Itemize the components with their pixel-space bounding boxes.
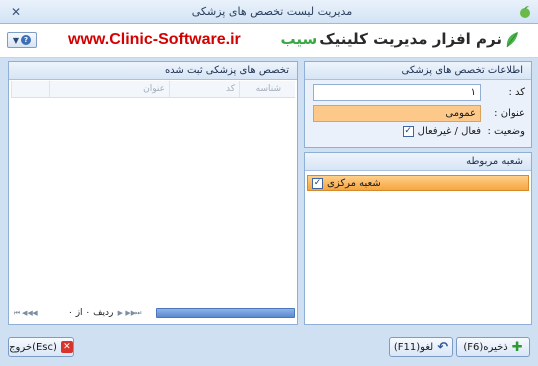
nav-next-page-icon[interactable]: ▶▶ — [125, 309, 136, 317]
save-button-label: ذخیره(F6) — [463, 341, 508, 353]
grid-column-id[interactable]: شناسه — [239, 81, 285, 97]
undo-button-label: لغو(F11) — [393, 341, 434, 353]
help-icon: ? — [21, 35, 32, 45]
grid-column-title[interactable]: عنوان — [49, 81, 169, 97]
grid-column-code[interactable]: کد — [169, 81, 239, 97]
brand-accent: سیب — [280, 30, 318, 48]
grid-navigator: ⏮ ◀◀ ◀ ردیف ۰ از ۰ ▶ ▶▶ ⏭ — [11, 306, 295, 320]
branch-panel: شعبه مربوطه ✓ شعبه مرکزی — [304, 152, 532, 325]
status-label: وضعیت : — [487, 126, 525, 137]
branch-checkbox[interactable]: ✓ — [312, 177, 323, 189]
code-label: کد : — [508, 87, 525, 98]
exit-button[interactable]: خروج(Esc) ✕ — [8, 337, 74, 357]
window-titlebar: ✕ مدیریت لیست تخصص های پزشکی — [0, 0, 538, 24]
specialties-grid-panel: تخصص های پزشکی ثبت شده شناسه کد عنوان ⏮ … — [8, 61, 298, 325]
branch-list-item[interactable]: ✓ شعبه مرکزی — [307, 175, 529, 191]
status-checkbox[interactable]: ✓ — [402, 126, 414, 137]
nav-prev-page-icon[interactable]: ◀◀ — [22, 309, 33, 317]
name-input[interactable]: عمومی — [313, 105, 481, 122]
grid-header: شناسه کد عنوان — [11, 81, 295, 98]
window-close-button[interactable]: ✕ — [6, 4, 26, 20]
undo-icon: ↶ — [437, 339, 449, 355]
app-icon — [520, 5, 530, 18]
name-label: عنوان : — [494, 108, 525, 119]
nav-next-icon[interactable]: ▶ — [116, 309, 124, 317]
close-icon: ✕ — [60, 341, 73, 353]
grid-nav-first-buttons: ⏮ ◀◀ ◀ — [11, 309, 65, 318]
grid-header-spacer — [285, 81, 295, 97]
save-button[interactable]: ✚ ذخیره(F6) — [456, 337, 530, 357]
nav-first-icon[interactable]: ⏮ — [13, 309, 21, 318]
status-row: وضعیت : فعال / غیرفعال ✓ — [402, 126, 525, 137]
grid-record-label: ردیف ۰ از ۰ — [65, 308, 117, 318]
grid-body[interactable] — [11, 98, 295, 305]
undo-button[interactable]: ↶ لغو(F11) — [389, 337, 453, 357]
specialty-info-title: اطلاعات تخصص های پزشکی — [305, 62, 531, 80]
brand-name: نرم افزار مدیریت کلینیک — [319, 30, 502, 48]
horizontal-scrollbar[interactable] — [156, 308, 295, 318]
nav-prev-icon[interactable]: ◀ — [31, 309, 39, 317]
leaf-icon — [506, 32, 518, 48]
exit-button-label: خروج(Esc) — [9, 341, 57, 353]
window-title: مدیریت لیست تخصص های پزشکی — [191, 5, 353, 18]
name-row: عنوان : عمومی — [313, 105, 525, 122]
header-banner: ▼ ? www.Clinic-Software.ir نرم افزار مدی… — [0, 24, 538, 58]
help-menu-button[interactable]: ▼ ? — [7, 32, 37, 48]
branch-panel-title: شعبه مربوطه — [305, 153, 531, 171]
brand-logo: نرم افزار مدیریت کلینیک سیب — [281, 30, 520, 48]
website-url: www.Clinic-Software.ir — [68, 31, 241, 48]
plus-icon: ✚ — [511, 339, 523, 355]
grid-column-filler — [11, 81, 49, 97]
chevron-down-icon: ▼ — [12, 35, 20, 45]
branch-item-label: شعبه مرکزی — [327, 177, 381, 189]
code-row: کد : ۱ — [313, 84, 525, 101]
code-input[interactable]: ۱ — [313, 84, 481, 101]
specialty-info-panel: اطلاعات تخصص های پزشکی کد : ۱ عنوان : عم… — [304, 61, 532, 148]
status-checkbox-label: فعال / غیرفعال — [417, 126, 481, 137]
nav-last-icon[interactable]: ⏭ — [134, 309, 142, 318]
grid-nav-last-buttons: ▶ ▶▶ ⏭ — [116, 309, 156, 318]
specialties-grid-title: تخصص های پزشکی ثبت شده — [9, 62, 297, 80]
